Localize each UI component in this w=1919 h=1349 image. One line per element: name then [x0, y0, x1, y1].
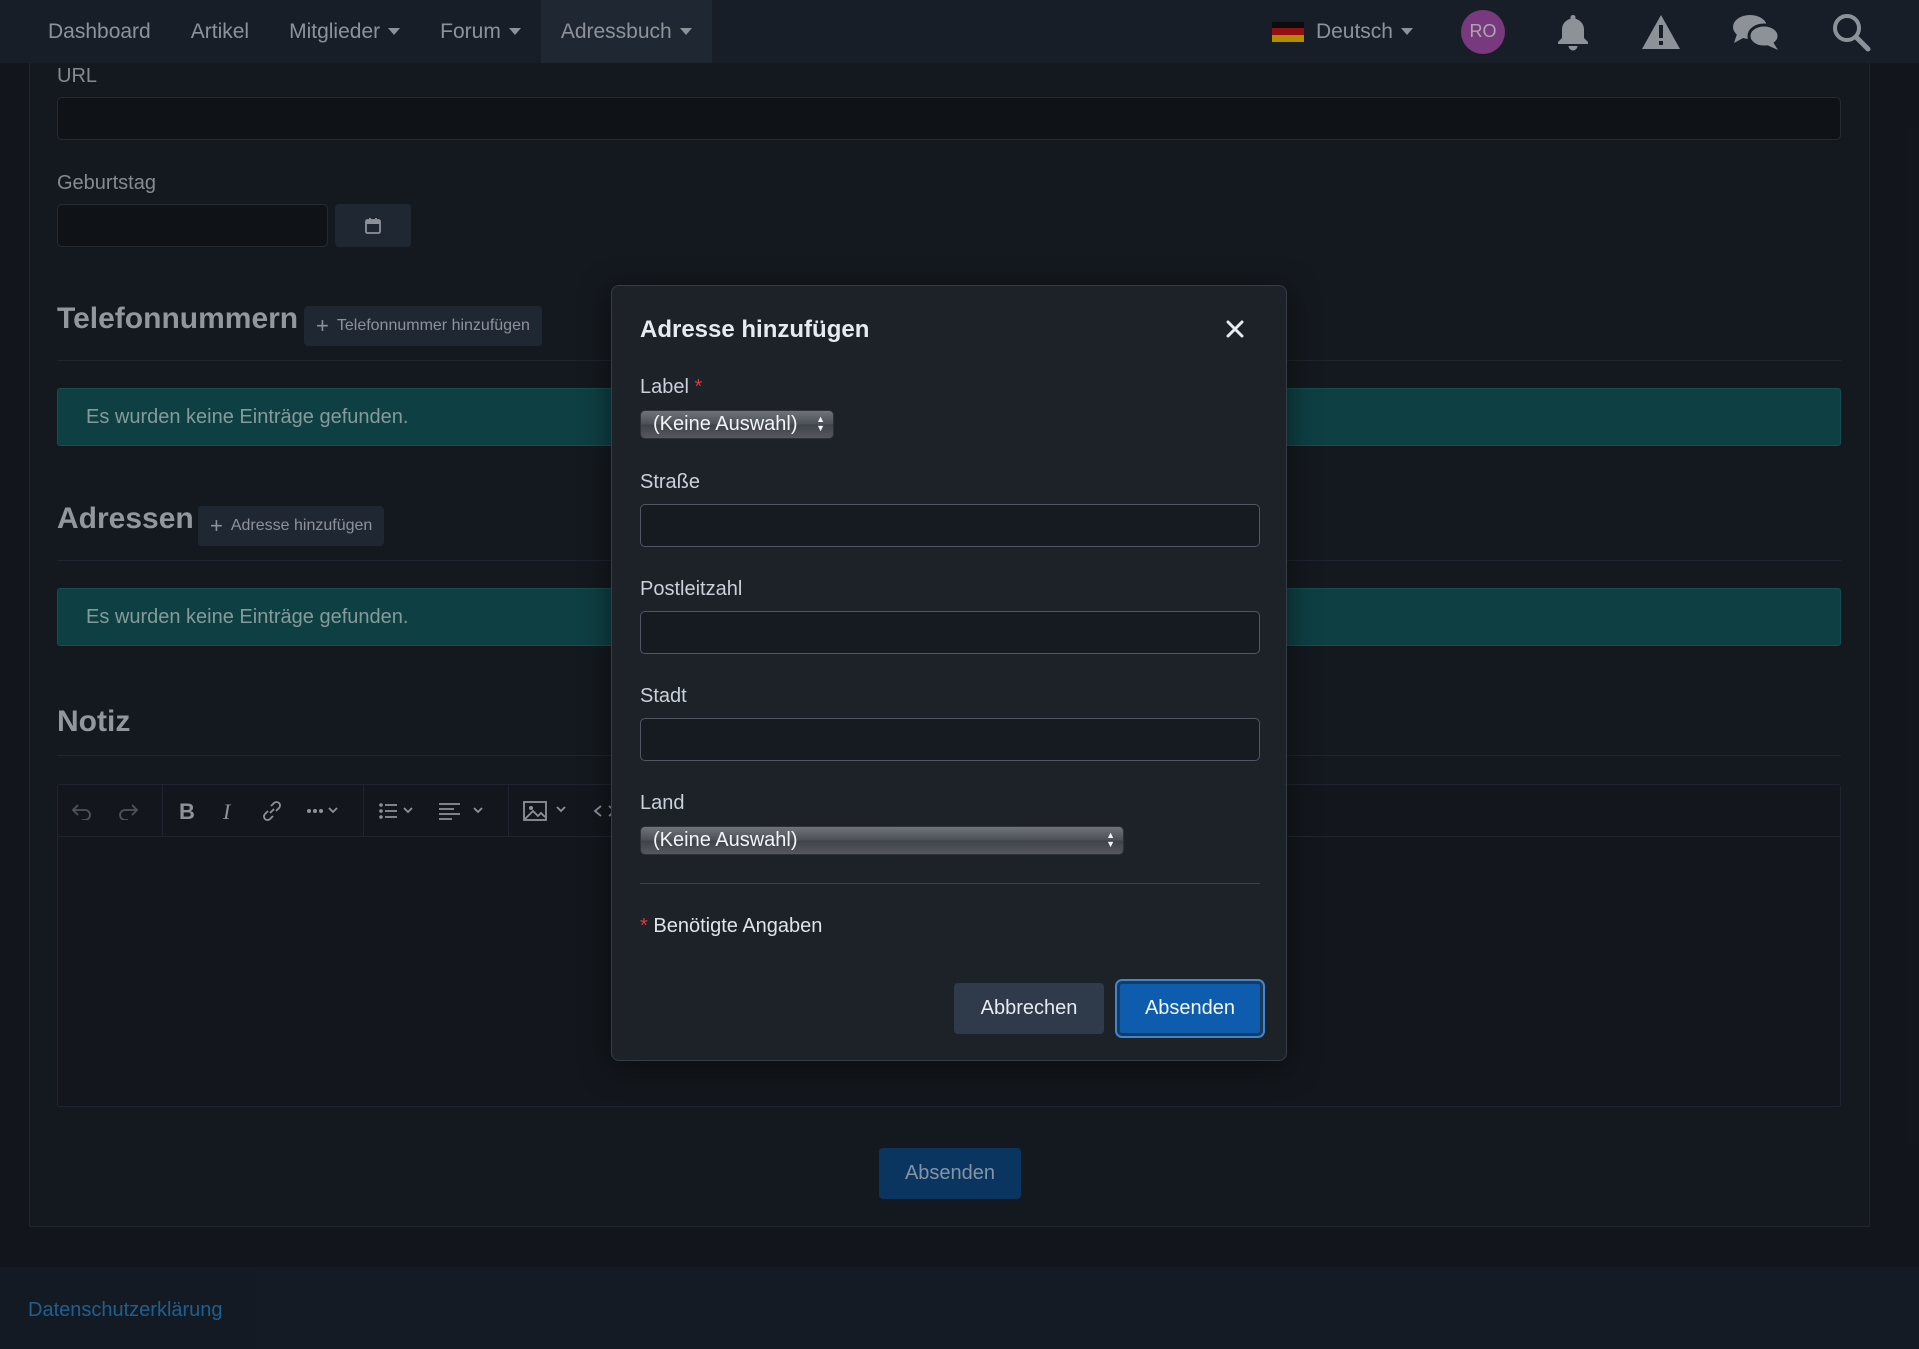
- cancel-button[interactable]: Abbrechen: [954, 983, 1104, 1034]
- label-field-text: Label: [640, 376, 689, 398]
- street-input[interactable]: [640, 504, 1260, 547]
- required-note: * Benötigte Angaben: [640, 915, 822, 938]
- cancel-button-label: Abbrechen: [980, 997, 1078, 1019]
- label-select[interactable]: (Keine Auswahl) ▲ ▼: [640, 410, 834, 439]
- required-note-text: Benötigte Angaben: [653, 915, 823, 937]
- dialog-divider: [640, 883, 1260, 884]
- dialog-submit-button[interactable]: Absenden: [1117, 981, 1263, 1036]
- select-arrows-icon: ▲ ▼: [816, 414, 825, 433]
- label-field-label: Label *: [640, 376, 702, 399]
- required-marker: *: [640, 915, 648, 937]
- add-address-dialog: Adresse hinzufügen Label * (Keine Auswah…: [611, 285, 1287, 1061]
- country-select-value: (Keine Auswahl): [653, 829, 798, 851]
- close-icon[interactable]: [1226, 320, 1244, 343]
- postal-label: Postleitzahl: [640, 578, 743, 600]
- dialog-title: Adresse hinzufügen: [640, 316, 870, 343]
- country-select[interactable]: (Keine Auswahl) ▲ ▼: [640, 826, 1124, 855]
- city-input[interactable]: [640, 718, 1260, 761]
- postal-input[interactable]: [640, 611, 1260, 654]
- select-arrows-icon: ▲ ▼: [1106, 830, 1115, 849]
- city-label: Stadt: [640, 685, 687, 707]
- label-select-value: (Keine Auswahl): [653, 413, 798, 435]
- street-label: Straße: [640, 471, 701, 493]
- dialog-submit-label: Absenden: [1144, 997, 1236, 1019]
- country-label: Land: [640, 792, 685, 814]
- required-marker: *: [694, 376, 703, 398]
